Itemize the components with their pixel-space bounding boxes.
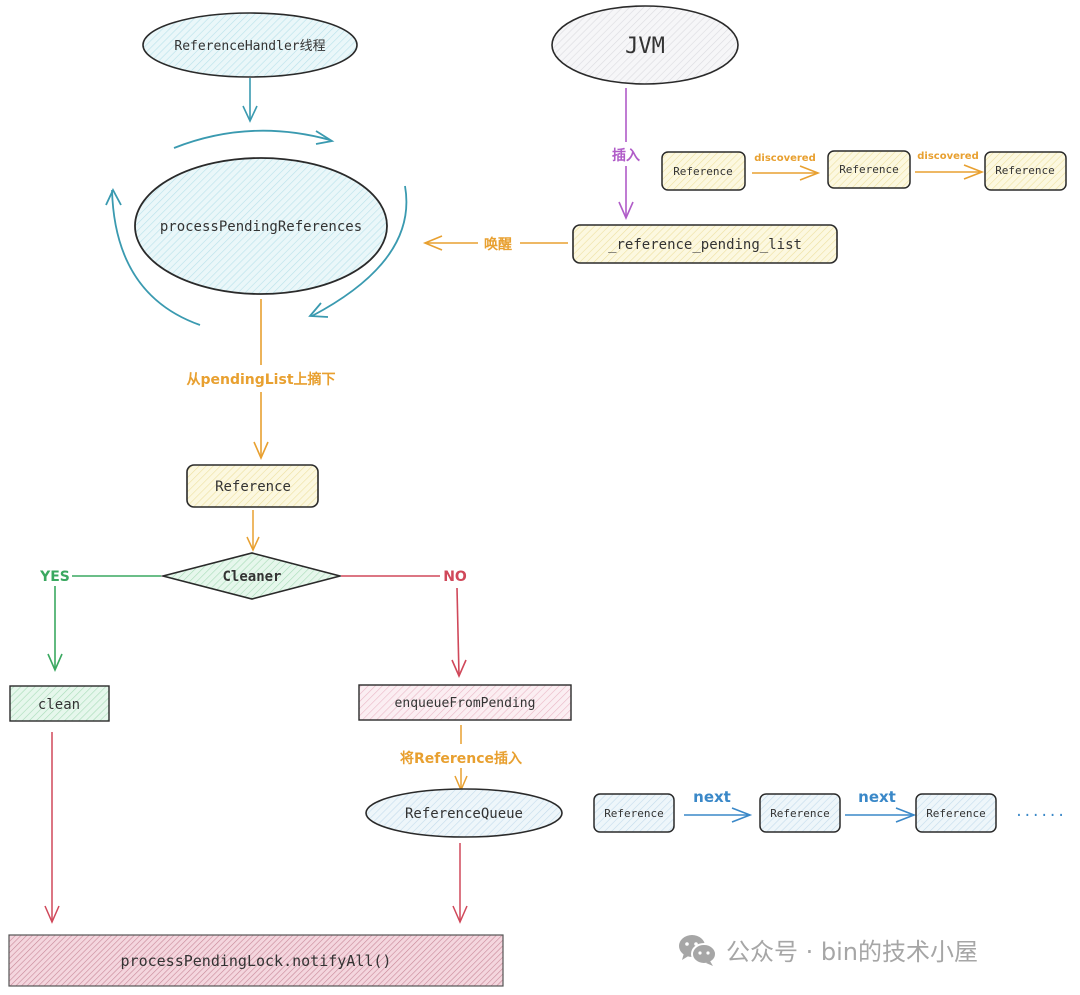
pending-list-label: _reference_pending_list: [608, 237, 802, 253]
notify-all-label: processPendingLock.notifyAll(): [121, 952, 392, 970]
flow-diagram: ReferenceHandler线程 processPendingReferen…: [8, 5, 1067, 987]
clean-label: clean: [38, 697, 80, 713]
no-branch-arrow: [341, 575, 467, 678]
process-pending-label: processPendingReferences: [160, 219, 362, 235]
clean-to-notify-arrow: [44, 732, 60, 924]
jvm-label: JVM: [625, 34, 665, 59]
discovered-arrow: [752, 165, 821, 181]
wakeup-label: 唤醒: [484, 236, 512, 253]
enqueue-from-pending-node: enqueueFromPending: [358, 684, 572, 721]
discovered-reference-node: Reference: [827, 150, 911, 189]
insert-reference-label: 将Reference插入: [400, 750, 522, 767]
handler-to-process-arrow: [242, 78, 258, 123]
reference-handler-node: ReferenceHandler线程: [142, 12, 358, 78]
queue-to-notify-arrow: [452, 843, 468, 924]
reference-queue-node: ReferenceQueue: [365, 788, 563, 838]
reference-queue-label: ReferenceQueue: [405, 806, 523, 822]
insert-label: 插入: [612, 147, 640, 164]
reference-pending-list-node: _reference_pending_list: [572, 224, 838, 264]
watermark: 公众号 · bin的技术小屋: [678, 932, 978, 967]
reference-label: Reference: [215, 479, 291, 495]
svg-text:Reference: Reference: [995, 164, 1055, 177]
next-label: next: [693, 788, 731, 806]
queue-reference-node: Reference: [915, 793, 997, 833]
discovered-reference-node: Reference: [661, 151, 746, 191]
svg-text:Reference: Reference: [770, 807, 830, 820]
discovered-arrow: [915, 164, 985, 180]
wechat-icon: [678, 933, 718, 967]
next-arrow: [845, 807, 917, 823]
process-pending-references-node: processPendingReferences: [134, 157, 388, 295]
yes-branch-arrow: [47, 575, 161, 672]
watermark-text: 公众号 · bin的技术小屋: [726, 938, 978, 966]
svg-text:Reference: Reference: [926, 807, 986, 820]
ellipsis-label: ......: [1015, 804, 1066, 820]
discovered-reference-node: Reference: [984, 151, 1067, 191]
queue-chain: Reference next Reference next Reference …: [593, 788, 1066, 833]
next-arrow: [684, 807, 753, 823]
discovered-label: discovered: [917, 151, 979, 162]
svg-text:Reference: Reference: [839, 163, 899, 176]
next-label: next: [858, 788, 896, 806]
reference-handler-label: ReferenceHandler线程: [174, 39, 325, 54]
no-label: NO: [443, 569, 467, 585]
svg-text:Reference: Reference: [604, 807, 664, 820]
cleaner-decision-node: Cleaner: [159, 552, 344, 600]
jvm-node: JVM: [551, 5, 739, 85]
queue-reference-node: Reference: [759, 793, 841, 833]
enqueue-label: enqueueFromPending: [395, 696, 536, 711]
reference-node: Reference: [186, 464, 319, 508]
cleaner-label: Cleaner: [222, 569, 281, 585]
take-from-pending-label: 从pendingList上摘下: [186, 371, 335, 388]
queue-reference-node: Reference: [593, 793, 675, 833]
reference-to-cleaner-arrow: [246, 510, 260, 552]
discovered-chain: Reference discovered Reference discovere…: [661, 150, 1067, 191]
yes-label: YES: [39, 569, 70, 585]
discovered-label: discovered: [754, 153, 816, 164]
svg-text:Reference: Reference: [673, 165, 733, 178]
notify-all-node: processPendingLock.notifyAll(): [8, 934, 504, 987]
clean-node: clean: [9, 685, 110, 722]
